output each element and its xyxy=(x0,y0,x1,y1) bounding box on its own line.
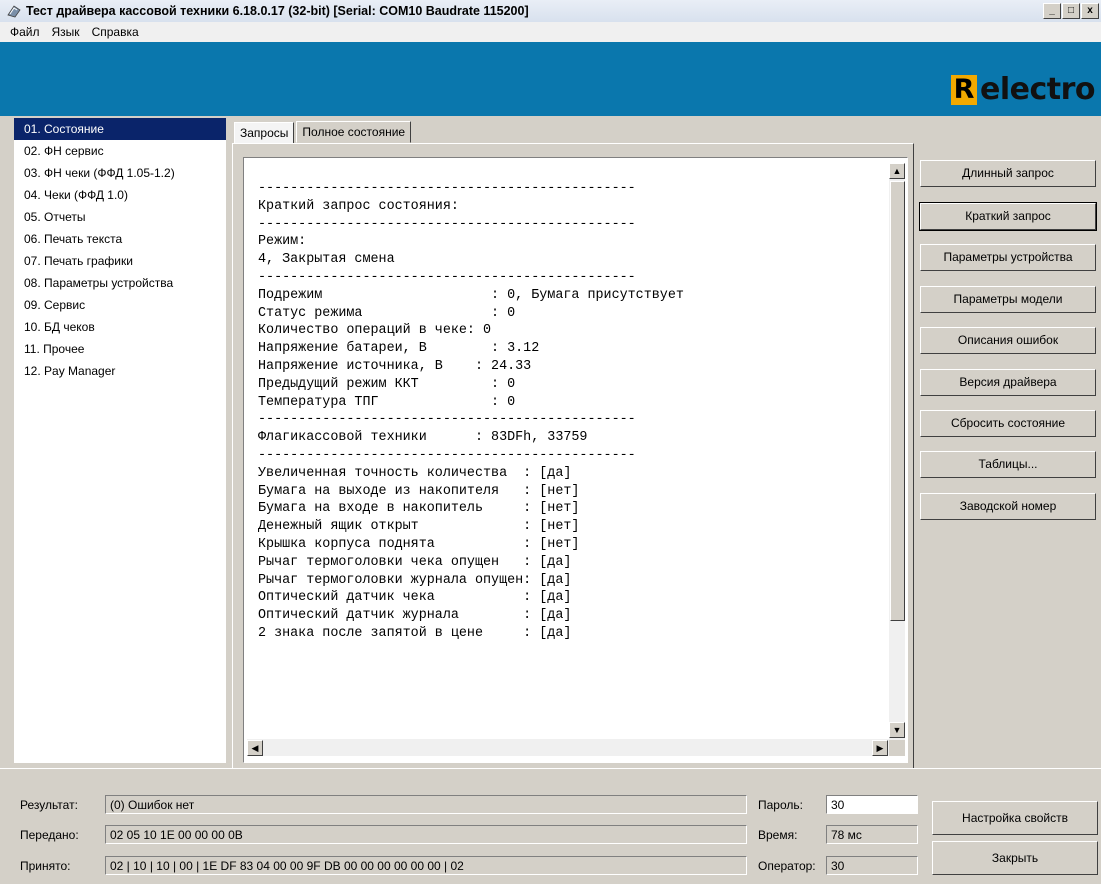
sidebar-item-print-graphics[interactable]: 07. Печать графики xyxy=(14,250,226,272)
tab-requests[interactable]: Запросы xyxy=(234,122,295,144)
driver-version-button[interactable]: Версия драйвера xyxy=(920,369,1096,396)
title-bar: Тест драйвера кассовой техники 6.18.0.17… xyxy=(0,0,1101,22)
scroll-left-button[interactable]: ◀ xyxy=(247,740,263,756)
sidebar-item-fn-receipts[interactable]: 03. ФН чеки (ФФД 1.05-1.2) xyxy=(14,162,226,184)
minimize-button[interactable]: _ xyxy=(1043,3,1061,19)
sidebar-item-other[interactable]: 11. Прочее xyxy=(14,338,226,360)
menu-bar: Файл Язык Справка xyxy=(0,22,1101,42)
window-title: Тест драйвера кассовой техники 6.18.0.17… xyxy=(26,4,529,18)
sidebar-item-receipts[interactable]: 04. Чеки (ФФД 1.0) xyxy=(14,184,226,206)
tab-full-state[interactable]: Полное состояние xyxy=(296,121,412,143)
time-field: 78 мс xyxy=(826,825,918,844)
close-button[interactable]: x xyxy=(1081,3,1099,19)
sidebar-item-status[interactable]: 01. Состояние xyxy=(14,118,226,140)
device-params-button[interactable]: Параметры устройства xyxy=(920,244,1096,271)
time-label: Время: xyxy=(758,828,798,842)
scroll-up-button[interactable]: ▲ xyxy=(889,163,905,179)
tables-button[interactable]: Таблицы... xyxy=(920,451,1096,478)
logo-text: electro xyxy=(979,72,1096,107)
serial-number-button[interactable]: Заводской номер xyxy=(920,493,1096,520)
operator-label: Оператор: xyxy=(758,859,816,873)
horizontal-scrollbar[interactable] xyxy=(247,739,889,756)
sidebar-item-service[interactable]: 09. Сервис xyxy=(14,294,226,316)
output-text: ----------------------------------------… xyxy=(258,181,684,641)
result-label: Результат: xyxy=(20,798,78,812)
result-field: (0) Ошибок нет xyxy=(105,795,747,814)
app-icon xyxy=(7,5,21,18)
sidebar-item-print-text[interactable]: 06. Печать текста xyxy=(14,228,226,250)
scroll-thumb[interactable] xyxy=(890,181,905,621)
received-field: 02 | 10 | 10 | 00 | 1E DF 83 04 00 00 9F… xyxy=(105,856,747,875)
sent-field: 02 05 10 1E 00 00 00 0B xyxy=(105,825,747,844)
operator-field: 30 xyxy=(826,856,918,875)
sent-label: Передано: xyxy=(20,828,79,842)
banner xyxy=(0,42,1101,68)
banner-strip xyxy=(0,68,1101,116)
sidebar-item-pay-manager[interactable]: 12. Pay Manager xyxy=(14,360,226,382)
error-descriptions-button[interactable]: Описания ошибок xyxy=(920,327,1096,354)
scroll-down-button[interactable]: ▼ xyxy=(889,722,905,738)
logo-mark: R xyxy=(950,74,977,105)
password-input[interactable]: 30 xyxy=(826,795,918,814)
scroll-corner xyxy=(889,740,905,756)
sidebar-item-receipt-db[interactable]: 10. БД чеков xyxy=(14,316,226,338)
maximize-button[interactable]: □ xyxy=(1062,3,1080,19)
property-settings-button[interactable]: Настройка свойств xyxy=(932,801,1098,835)
menu-help[interactable]: Справка xyxy=(92,25,139,39)
received-label: Принято: xyxy=(20,859,71,873)
tab-bar: Запросы Полное состояние xyxy=(234,121,413,144)
scroll-right-button[interactable]: ▶ xyxy=(872,740,888,756)
model-params-button[interactable]: Параметры модели xyxy=(920,286,1096,313)
sidebar-item-device-params[interactable]: 08. Параметры устройства xyxy=(14,272,226,294)
close-app-button[interactable]: Закрыть xyxy=(932,841,1098,875)
password-label: Пароль: xyxy=(758,798,803,812)
reset-state-button[interactable]: Сбросить состояние xyxy=(920,410,1096,437)
menu-file[interactable]: Файл xyxy=(10,25,40,39)
long-request-button[interactable]: Длинный запрос xyxy=(920,160,1096,187)
sidebar-item-fn-service[interactable]: 02. ФН сервис xyxy=(14,140,226,162)
sidebar-item-reports[interactable]: 05. Отчеты xyxy=(14,206,226,228)
sidebar: 01. Состояние 02. ФН сервис 03. ФН чеки … xyxy=(14,118,226,763)
relectro-logo: R electro xyxy=(950,72,1096,107)
short-request-button[interactable]: Краткий запрос xyxy=(919,202,1097,231)
menu-language[interactable]: Язык xyxy=(52,25,80,39)
